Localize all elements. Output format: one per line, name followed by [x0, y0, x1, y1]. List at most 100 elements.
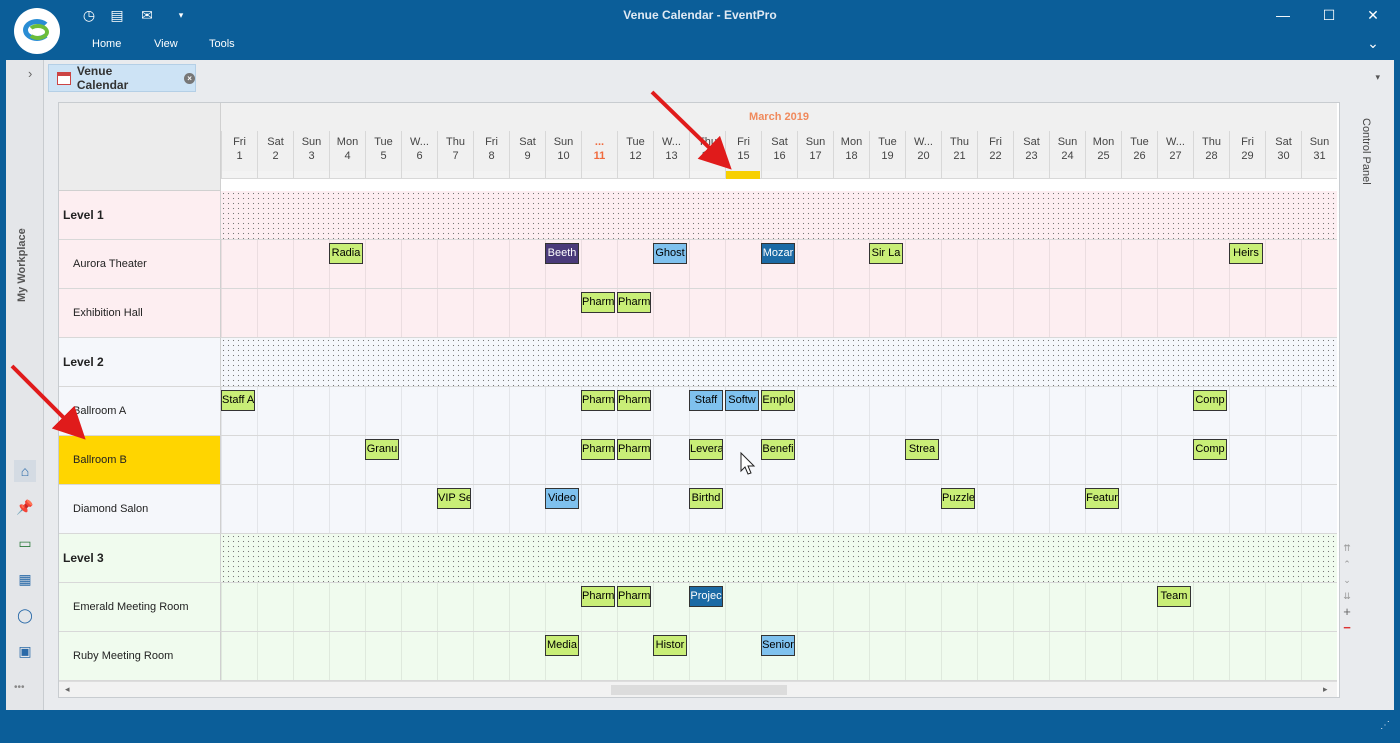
row-cells-level-1[interactable] [221, 191, 1337, 240]
clipboard-icon[interactable]: ▣ [14, 640, 36, 662]
ribbon-collapse-icon[interactable]: ⌄ [1358, 32, 1388, 54]
group-header-level-2[interactable]: Level 2 [59, 338, 221, 387]
day-header-30[interactable]: Sat 30 [1265, 131, 1301, 171]
appointment[interactable]: Heirs [1229, 243, 1263, 264]
day-header-25[interactable]: Mon 25 [1085, 131, 1121, 171]
resource-ballroom-a[interactable]: Ballroom A [59, 387, 221, 436]
day-header-17[interactable]: Sun 17 [797, 131, 833, 171]
chat-icon[interactable]: ◯ [14, 604, 36, 626]
day-header-3[interactable]: Sun 3 [293, 131, 329, 171]
appointment[interactable]: Softw [725, 390, 759, 411]
appointment[interactable]: Projec [689, 586, 723, 607]
row-cells-diamond-salon[interactable]: VIP Se Video Birthd Puzzle Featur [221, 485, 1337, 534]
appointment[interactable]: Pharm [617, 390, 651, 411]
group-header-level-3[interactable]: Level 3 [59, 534, 221, 583]
appointment[interactable]: Featur [1085, 488, 1119, 509]
appointment[interactable]: Birthd [689, 488, 723, 509]
day-header-11[interactable]: ... 11 [581, 131, 617, 171]
day-header-19[interactable]: Tue 19 [869, 131, 905, 171]
day-header-20[interactable]: W... 20 [905, 131, 941, 171]
appointment[interactable]: Pharm [617, 586, 651, 607]
row-cells-aurora-theater[interactable]: Radia Beeth Ghost Mozar Sir La Heirs [221, 240, 1337, 289]
day-header-21[interactable]: Thu 21 [941, 131, 977, 171]
zoom-out-icon[interactable]: − [1340, 620, 1354, 636]
row-cells-ballroom-b[interactable]: Granu Pharm Pharm Levera Benefi Strea Comp [221, 436, 1337, 485]
appointment[interactable]: Comp [1193, 390, 1227, 411]
appointment[interactable]: Pharm [581, 292, 615, 313]
more-icon[interactable]: ••• [14, 682, 25, 693]
day-header-24[interactable]: Sun 24 [1049, 131, 1085, 171]
appointment[interactable]: Comp [1193, 439, 1227, 460]
card-icon[interactable]: ▭ [14, 532, 36, 554]
home-icon[interactable]: ⌂ [14, 460, 36, 482]
appointment[interactable]: Sir La [869, 243, 903, 264]
appointment[interactable]: Benefi [761, 439, 795, 460]
appointment[interactable]: Pharm [581, 390, 615, 411]
menu-tools[interactable]: Tools [209, 38, 235, 50]
appointment[interactable]: Staff A [221, 390, 255, 411]
appointment[interactable]: Pharm [617, 292, 651, 313]
zoom-up-icon[interactable]: ⌃ [1340, 556, 1354, 572]
day-header-6[interactable]: W... 6 [401, 131, 437, 171]
appointment[interactable]: Pharm [581, 439, 615, 460]
resource-ballroom-b[interactable]: Ballroom B [59, 436, 221, 485]
day-header-7[interactable]: Thu 7 [437, 131, 473, 171]
appointment[interactable]: Team [1157, 586, 1191, 607]
appointment[interactable]: Beeth [545, 243, 579, 264]
resize-grip-icon[interactable]: ⋰ [1380, 720, 1390, 731]
contacts-icon[interactable]: ▦ [14, 568, 36, 590]
day-header-12[interactable]: Tue 12 [617, 131, 653, 171]
appointment[interactable]: Pharm [581, 586, 615, 607]
scroll-right-icon[interactable]: ▸ [1323, 684, 1328, 695]
day-header-5[interactable]: Tue 5 [365, 131, 401, 171]
appointment[interactable]: VIP Se [437, 488, 471, 509]
appointment[interactable]: Strea [905, 439, 939, 460]
tab-venue-calendar[interactable]: Venue Calendar × [48, 64, 196, 92]
horizontal-scroll-thumb[interactable] [611, 685, 787, 695]
expand-nav-icon[interactable]: › [28, 66, 32, 81]
appointment[interactable]: Staff [689, 390, 723, 411]
zoom-down-icon[interactable]: ⌄ [1340, 572, 1354, 588]
day-header-27[interactable]: W... 27 [1157, 131, 1193, 171]
appointment[interactable]: Granu [365, 439, 399, 460]
resource-exhibition-hall[interactable]: Exhibition Hall [59, 289, 221, 338]
appointment[interactable]: Histor [653, 635, 687, 656]
row-cells-level-2[interactable] [221, 338, 1337, 387]
resource-ruby-meeting-room[interactable]: Ruby Meeting Room [59, 632, 221, 681]
appointment[interactable]: Puzzle [941, 488, 975, 509]
horizontal-scrollbar[interactable]: ◂ ▸ [59, 681, 1337, 697]
row-cells-emerald-meeting-room[interactable]: Pharm Pharm Projec Team [221, 583, 1337, 632]
day-header-2[interactable]: Sat 2 [257, 131, 293, 171]
day-header-16[interactable]: Sat 16 [761, 131, 797, 171]
appointment[interactable]: Levera [689, 439, 723, 460]
pin-icon[interactable]: 📌 [14, 496, 36, 518]
day-header-10[interactable]: Sun 10 [545, 131, 581, 171]
appointment[interactable]: Mozar [761, 243, 795, 264]
appointment[interactable]: Radia [329, 243, 363, 264]
control-panel[interactable]: Control Panel [1354, 102, 1384, 698]
row-cells-ballroom-a[interactable]: Staff A Pharm Pharm Staff Softw Emplo Comp [221, 387, 1337, 436]
day-header-13[interactable]: W... 13 [653, 131, 689, 171]
minimize-button[interactable]: — [1268, 4, 1298, 26]
zoom-top-icon[interactable]: ⇈ [1340, 540, 1354, 556]
day-header-22[interactable]: Fri 22 [977, 131, 1013, 171]
row-cells-level-3[interactable] [221, 534, 1337, 583]
scroll-left-icon[interactable]: ◂ [65, 684, 70, 695]
appointment[interactable]: Video [545, 488, 579, 509]
tab-dropdown-icon[interactable]: ▾ [1375, 72, 1380, 83]
appointment[interactable]: Emplo [761, 390, 795, 411]
day-header-1[interactable]: Fri 1 [221, 131, 257, 171]
appointment[interactable]: Ghost [653, 243, 687, 264]
appointment[interactable]: Pharm [617, 439, 651, 460]
appointment[interactable]: Senior [761, 635, 795, 656]
day-header-26[interactable]: Tue 26 [1121, 131, 1157, 171]
row-cells-ruby-meeting-room[interactable]: Media Histor Senior [221, 632, 1337, 681]
resource-emerald-meeting-room[interactable]: Emerald Meeting Room [59, 583, 221, 632]
appointment[interactable]: Media [545, 635, 579, 656]
resource-aurora-theater[interactable]: Aurora Theater [59, 240, 221, 289]
row-cells-exhibition-hall[interactable]: Pharm Pharm [221, 289, 1337, 338]
menu-home[interactable]: Home [92, 38, 121, 50]
day-header-31[interactable]: Sun 31 [1301, 131, 1337, 171]
day-header-29[interactable]: Fri 29 [1229, 131, 1265, 171]
day-header-8[interactable]: Fri 8 [473, 131, 509, 171]
